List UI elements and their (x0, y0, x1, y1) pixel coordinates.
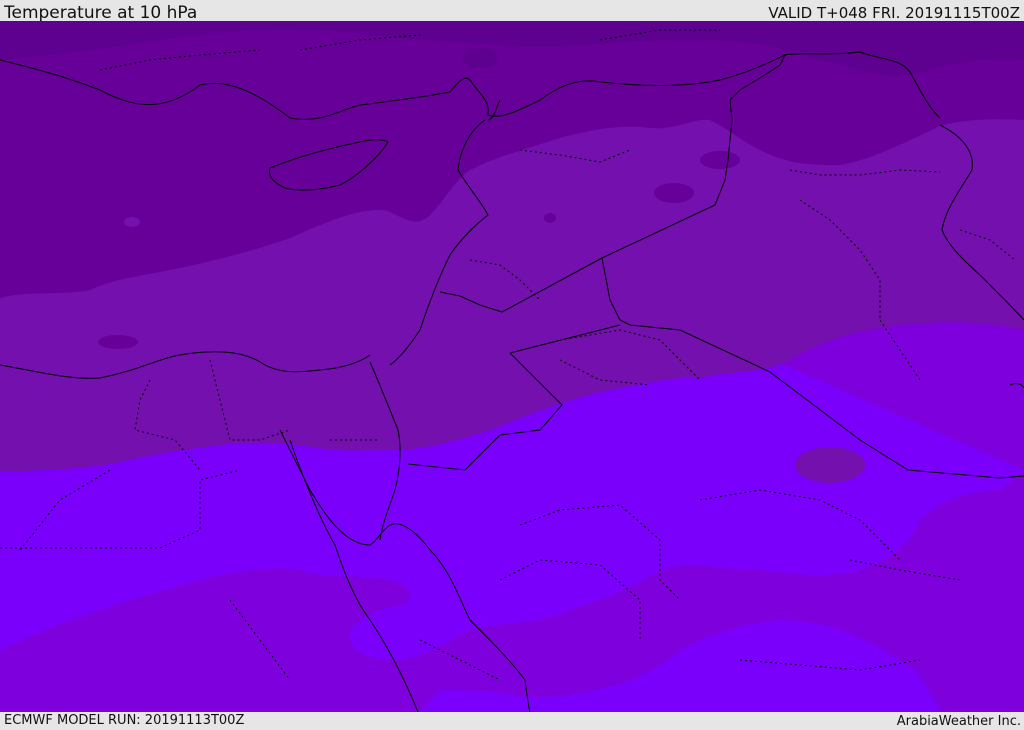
blob (544, 213, 556, 223)
model-run-label: ECMWF MODEL RUN: 20191113T00Z (4, 713, 245, 728)
blob (124, 217, 140, 227)
header-bar: Temperature at 10 hPa VALID T+048 FRI. 2… (0, 0, 1024, 23)
blob (238, 622, 302, 674)
temperature-map (0, 21, 1024, 712)
blob (700, 151, 740, 169)
blob (170, 690, 206, 710)
blob (795, 447, 865, 483)
valid-time: VALID T+048 FRI. 20191115T00Z (768, 4, 1020, 22)
blob (462, 48, 498, 68)
footer-bar: ECMWF MODEL RUN: 20191113T00Z ArabiaWeat… (0, 712, 1024, 729)
blob (98, 335, 138, 349)
credit-label: ArabiaWeather Inc. (896, 714, 1021, 729)
map-title: Temperature at 10 hPa (4, 3, 198, 23)
blob (654, 183, 694, 203)
